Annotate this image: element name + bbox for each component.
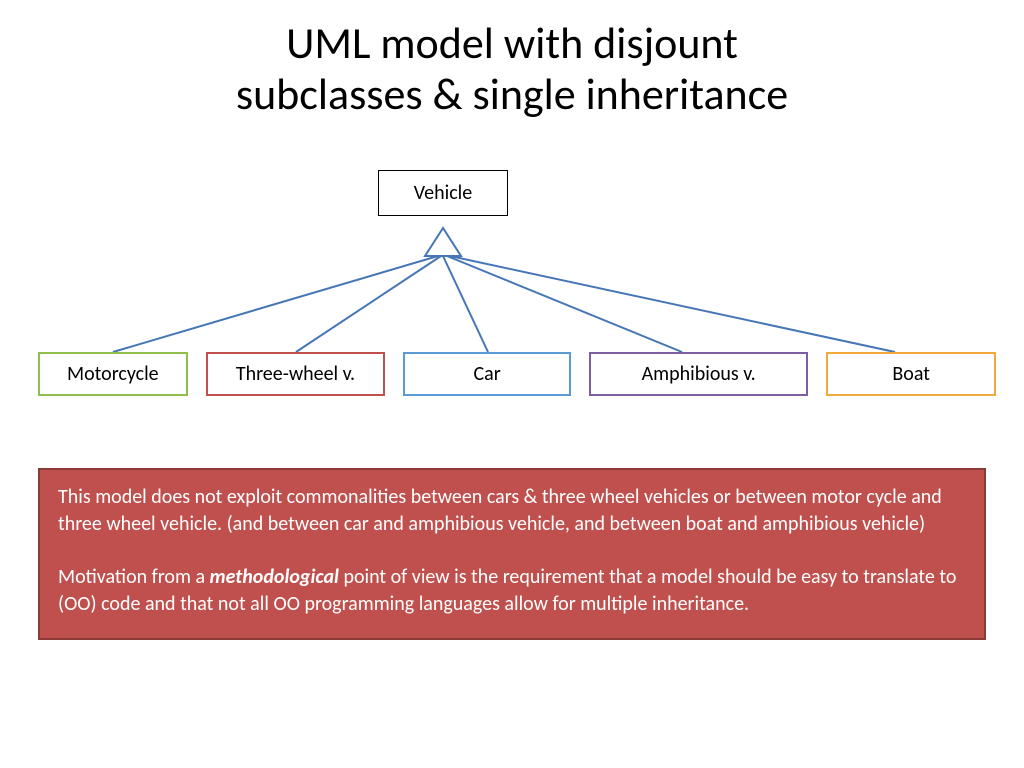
class-box-boat: Boat — [826, 352, 996, 396]
class-box-vehicle: Vehicle — [378, 170, 508, 216]
note-paragraph-2: Motivation from a methodological point o… — [58, 564, 966, 618]
class-box-amphibious: Amphibious v. — [589, 352, 809, 396]
slide-title: UML model with disjount subclasses & sin… — [0, 0, 1024, 119]
class-box-three-wheel: Three-wheel v. — [206, 352, 386, 396]
class-label: Car — [473, 362, 500, 386]
class-label: Boat — [892, 362, 930, 386]
note-spacer — [58, 538, 966, 564]
subclass-row: Motorcycle Three-wheel v. Car Amphibious… — [38, 352, 996, 396]
class-label: Amphibious v. — [642, 362, 756, 386]
class-label: Motorcycle — [67, 362, 159, 386]
title-line-1: UML model with disjount — [286, 16, 738, 70]
class-box-car: Car — [403, 352, 571, 396]
class-box-motorcycle: Motorcycle — [38, 352, 188, 396]
class-label: Three-wheel v. — [236, 362, 355, 386]
note-emphasis: methodological — [210, 565, 339, 589]
explanation-note: This model does not exploit commonalitie… — [38, 468, 986, 640]
note-text: Motivation from a — [58, 565, 210, 589]
title-line-2: subclasses & single inheritance — [236, 67, 788, 121]
uml-diagram: Vehicle Motorcycle Three-wheel v. Car Am… — [0, 170, 1024, 430]
class-label: Vehicle — [414, 181, 472, 205]
note-paragraph-1: This model does not exploit commonalitie… — [58, 484, 966, 538]
